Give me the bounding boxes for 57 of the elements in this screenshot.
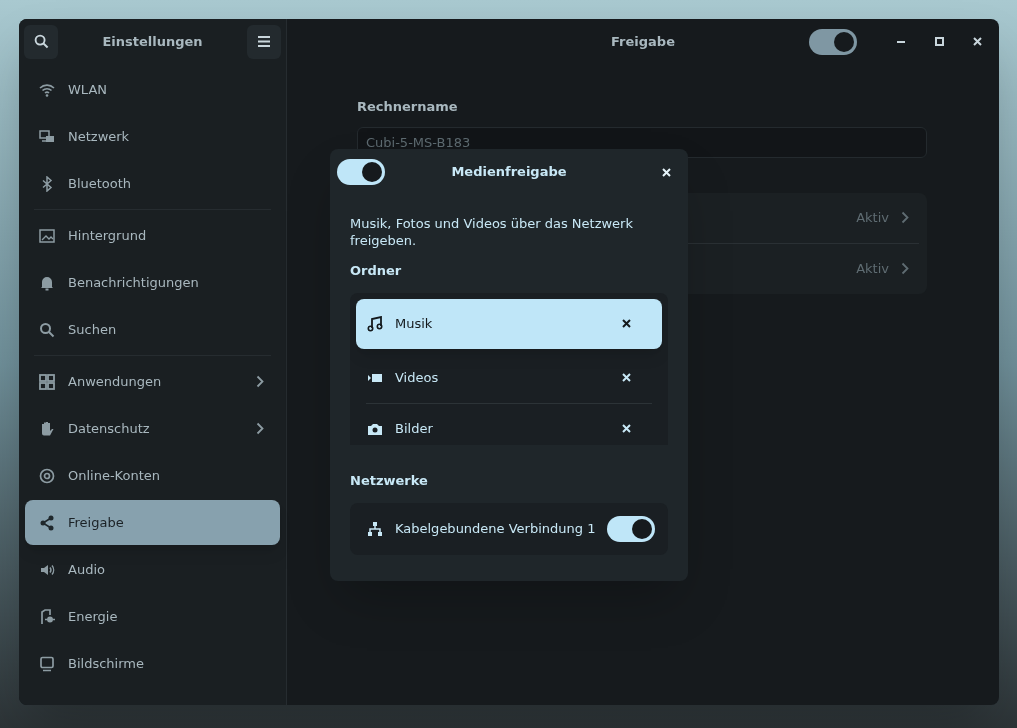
close-icon bbox=[661, 167, 671, 177]
close-icon bbox=[621, 424, 631, 433]
sidebar-item[interactable]: Suchen bbox=[25, 307, 280, 352]
monitor-icon bbox=[39, 655, 55, 672]
folder-row[interactable]: Videos bbox=[356, 352, 662, 403]
status-label: Aktiv bbox=[856, 259, 889, 278]
sidebar-item[interactable]: Energie bbox=[25, 594, 280, 639]
toggle-knob bbox=[632, 519, 653, 539]
toggle-knob bbox=[834, 31, 854, 52]
toggle-switch[interactable] bbox=[809, 28, 857, 55]
dialog-title: Medienfreigabe bbox=[450, 163, 568, 182]
plug-icon bbox=[39, 608, 55, 625]
wifi-icon bbox=[39, 81, 55, 98]
toggle-knob bbox=[362, 162, 382, 182]
sidebar-item[interactable]: Freigabe bbox=[25, 500, 280, 545]
network-row: Kabelgebundene Verbindung 1 bbox=[350, 503, 668, 555]
close-icon bbox=[972, 37, 982, 46]
search-icon bbox=[33, 34, 49, 49]
sidebar-item[interactable]: Anwendungen bbox=[25, 359, 280, 404]
chevron-icon bbox=[901, 262, 909, 275]
music-note-icon bbox=[367, 315, 383, 332]
close-icon bbox=[621, 319, 631, 328]
field-label: Rechnername bbox=[357, 98, 459, 116]
share-icon bbox=[39, 514, 55, 531]
window-title: Freigabe bbox=[611, 32, 675, 51]
sidebar-item[interactable]: Bluetooth bbox=[25, 161, 280, 206]
toggle-switch[interactable] bbox=[607, 516, 656, 542]
sidebar-item[interactable]: Audio bbox=[25, 547, 280, 592]
toggle-switch[interactable] bbox=[337, 159, 385, 185]
minimize-icon bbox=[897, 40, 905, 43]
close-icon bbox=[621, 373, 631, 382]
sidebar-item[interactable]: Benachrichtigungen bbox=[25, 260, 280, 305]
grid-icon bbox=[39, 373, 55, 390]
sidebar-item[interactable]: Datenschutz bbox=[25, 406, 280, 451]
chevron-icon bbox=[901, 211, 909, 224]
sidebar-item[interactable]: Hintergrund bbox=[25, 213, 280, 258]
menu-button[interactable] bbox=[247, 24, 281, 59]
menu-icon bbox=[258, 36, 270, 47]
section-heading: Ordner bbox=[350, 262, 403, 280]
sidebar-title: Einstellungen bbox=[102, 32, 203, 51]
hand-icon bbox=[39, 420, 55, 437]
image-icon bbox=[39, 227, 55, 244]
folder-row[interactable]: Bilder bbox=[356, 403, 662, 445]
sidebar-item[interactable]: WLAN bbox=[25, 67, 280, 112]
section-heading: Netzwerke bbox=[350, 471, 429, 490]
sidebar-item[interactable]: Netzwerk bbox=[25, 114, 280, 159]
network-tree-icon bbox=[367, 521, 383, 537]
folder-row[interactable]: Musik bbox=[356, 298, 662, 349]
network-icon bbox=[39, 128, 55, 145]
bell-icon bbox=[39, 274, 55, 291]
search-button[interactable] bbox=[24, 24, 58, 59]
search-icon bbox=[39, 321, 55, 338]
status-label: Aktiv bbox=[856, 208, 889, 227]
dialog-description: Musik, Fotos und Videos über das Netzwerk freigeben. bbox=[350, 215, 634, 249]
sidebar-item[interactable]: Bildschirme bbox=[25, 641, 280, 686]
sidebar-item[interactable]: Online-Konten bbox=[25, 453, 280, 498]
maximize-icon bbox=[934, 37, 944, 46]
